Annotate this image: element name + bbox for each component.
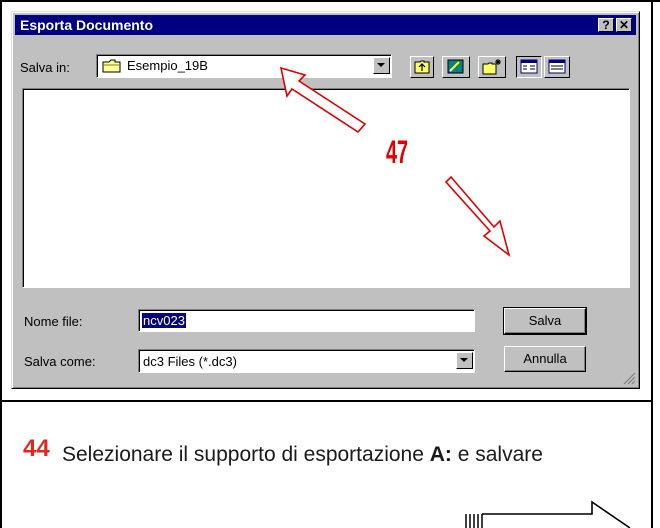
export-dialog: Esporta Documento ? ✕ Salva in: Esempio_… xyxy=(11,11,640,389)
folder-icon xyxy=(102,59,121,73)
save-in-label: Salva in: xyxy=(20,60,70,75)
dialog-title: Esporta Documento xyxy=(20,17,154,33)
resize-grip-icon[interactable] xyxy=(622,371,636,385)
frame-divider-line xyxy=(0,400,653,402)
instruction-text-before: Selezionare il supporto di esportazione xyxy=(62,443,430,466)
step-number: 44 xyxy=(23,435,50,462)
new-folder-button[interactable] xyxy=(478,56,506,78)
cancel-button[interactable]: Annulla xyxy=(504,346,586,372)
file-name-label: Nome file: xyxy=(24,314,83,329)
save-in-folder-name: Esempio_19B xyxy=(127,58,208,73)
file-name-value: ncv023 xyxy=(142,313,186,328)
instruction-drive-letter: A: xyxy=(429,443,452,466)
desktop-button[interactable] xyxy=(442,56,470,78)
callout-number: 47 xyxy=(386,134,409,170)
instruction-text: Selezionare il supporto di esportazione … xyxy=(62,441,622,468)
up-folder-icon xyxy=(414,60,430,74)
save-in-combobox[interactable]: Esempio_19B xyxy=(96,54,392,78)
desktop-icon xyxy=(447,59,464,74)
save-as-type-combobox[interactable]: dc3 Files (*.dc3) xyxy=(138,349,475,373)
save-as-dropdown-arrow[interactable] xyxy=(456,352,473,369)
frame-right-line xyxy=(651,0,653,528)
instruction-text-after: e salvare xyxy=(451,443,543,466)
file-list-view[interactable] xyxy=(22,88,630,288)
list-view-icon xyxy=(520,59,538,74)
list-view-button[interactable] xyxy=(516,56,542,78)
new-folder-icon xyxy=(482,59,501,75)
file-name-input[interactable]: ncv023 xyxy=(138,309,475,332)
details-view-button[interactable] xyxy=(544,56,570,78)
save-in-dropdown-arrow[interactable] xyxy=(373,57,390,74)
frame-left-line xyxy=(0,0,2,528)
next-arrow-icon[interactable] xyxy=(460,488,650,528)
frame-top-line xyxy=(0,0,660,2)
save-button[interactable]: Salva xyxy=(503,307,587,335)
details-view-icon xyxy=(548,59,566,74)
close-button[interactable]: ✕ xyxy=(616,18,632,32)
save-as-type-value: dc3 Files (*.dc3) xyxy=(143,354,237,369)
help-button[interactable]: ? xyxy=(598,18,614,32)
up-folder-button[interactable] xyxy=(410,56,434,78)
title-bar[interactable]: Esporta Documento ? ✕ xyxy=(15,15,636,35)
save-as-label: Salva come: xyxy=(24,354,96,369)
